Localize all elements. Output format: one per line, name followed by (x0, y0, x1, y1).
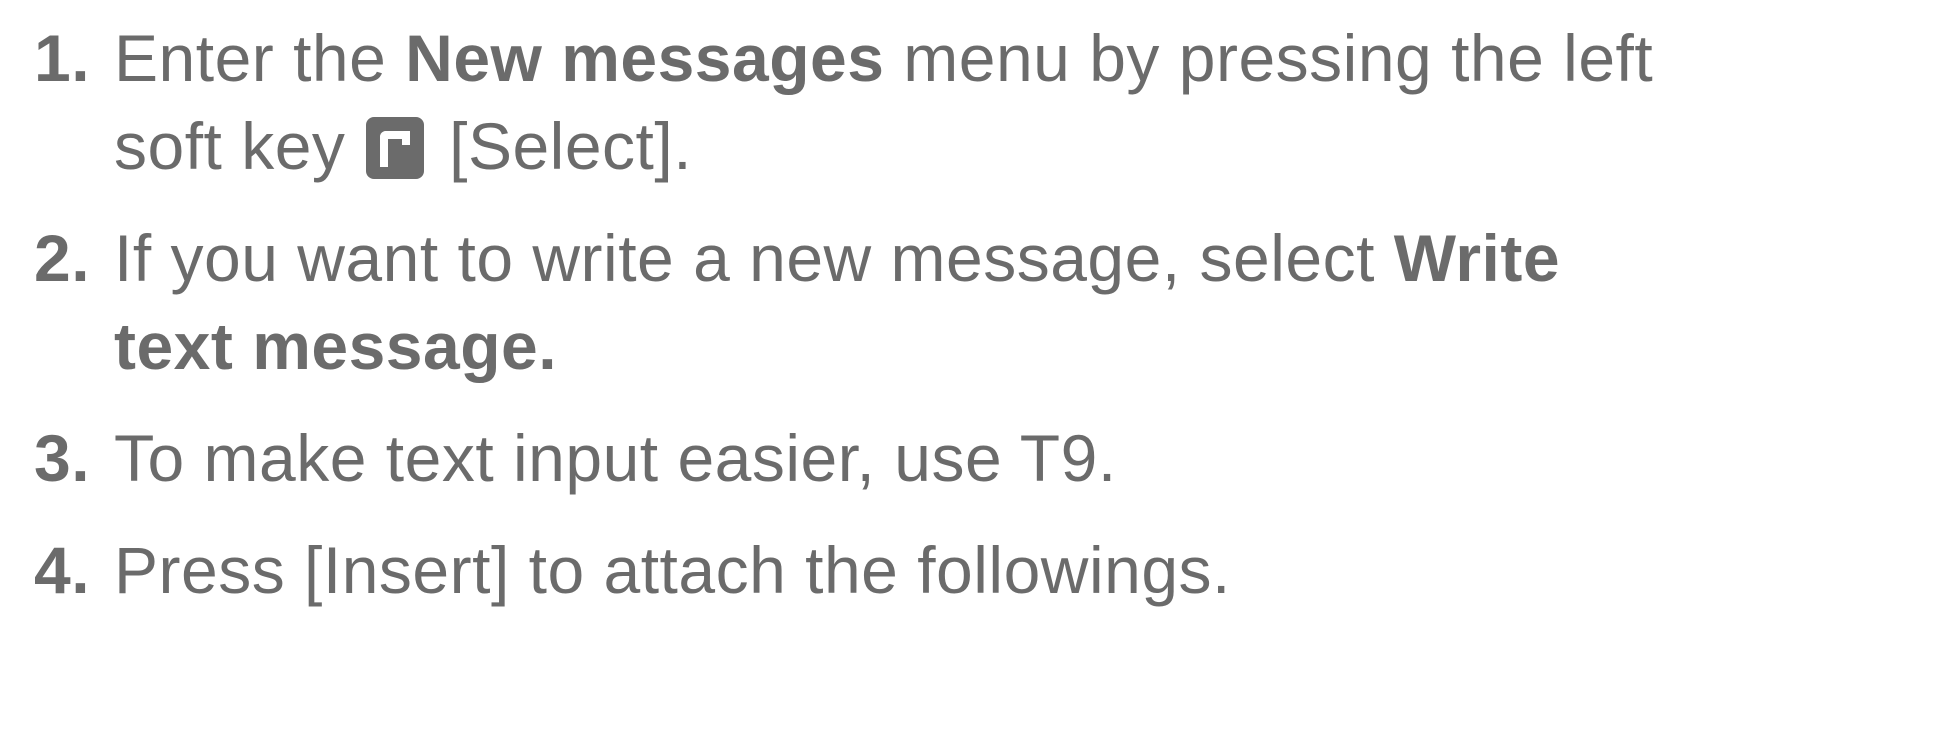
step-text: To make text input easier, use T9. (114, 421, 1117, 495)
step-4-line-1: Press [Insert] to attach the followings. (114, 526, 1934, 614)
step-1: 1. Enter the New messages menu by pressi… (34, 14, 1934, 190)
step-2-line-2: text message. (114, 302, 1934, 390)
step-3: 3. To make text input easier, use T9. (34, 414, 1934, 502)
left-soft-key-icon (366, 117, 425, 179)
menu-name-text-message: text message. (114, 309, 558, 383)
step-text: Press [Insert] to attach the followings. (114, 533, 1231, 607)
step-1-line-1: Enter the New messages menu by pressing … (114, 14, 1934, 102)
menu-name-new-messages: New messages (405, 21, 885, 95)
step-text: If you want to write a new message, sele… (114, 221, 1394, 295)
step-2-line-1: If you want to write a new message, sele… (114, 214, 1934, 302)
step-3-line-1: To make text input easier, use T9. (114, 414, 1934, 502)
step-number: 3. (34, 421, 91, 495)
step-text: soft key (114, 109, 365, 183)
step-number: 1. (34, 21, 91, 95)
step-1-line-2: soft key [Select]. (114, 102, 1934, 190)
step-text: Enter the (114, 21, 406, 95)
menu-name-write: Write (1393, 221, 1561, 295)
step-text: menu by pressing the left (884, 21, 1654, 95)
instruction-steps: 1. Enter the New messages menu by pressi… (34, 0, 1934, 614)
step-number: 2. (34, 221, 91, 295)
step-number: 4. (34, 533, 91, 607)
step-4: 4. Press [Insert] to attach the followin… (34, 526, 1934, 614)
step-2: 2. If you want to write a new message, s… (34, 214, 1934, 390)
step-text: [Select]. (430, 109, 693, 183)
